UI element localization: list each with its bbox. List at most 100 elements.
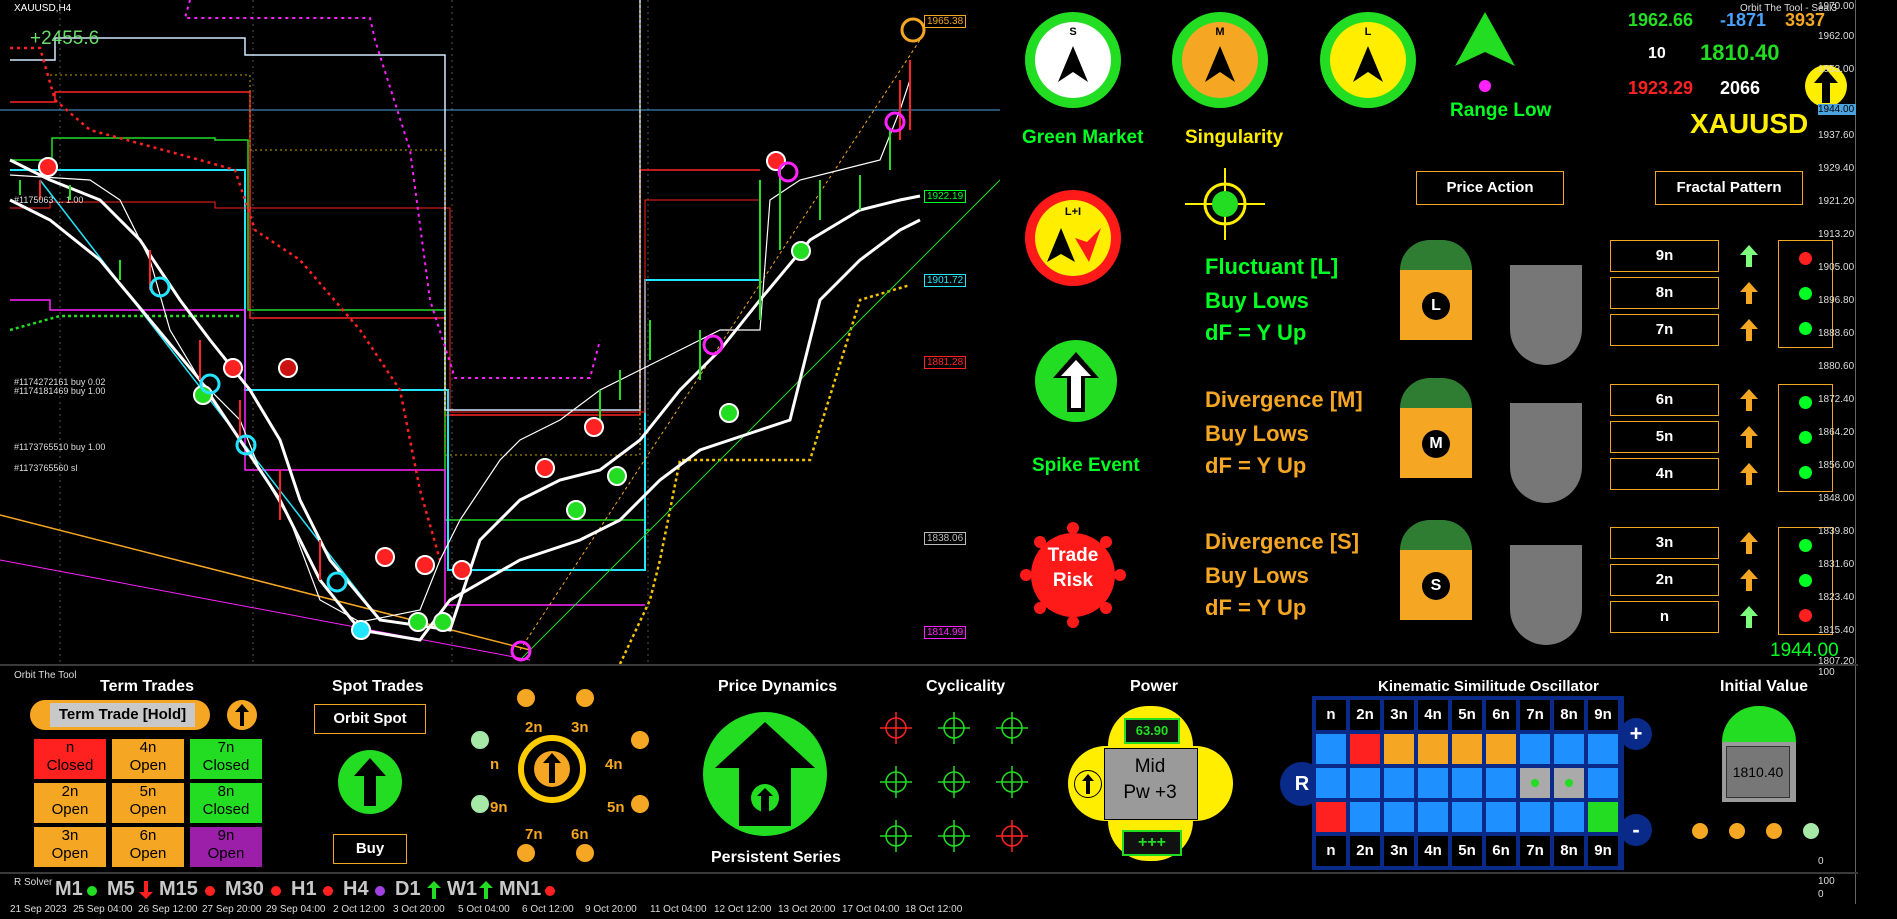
oscillator-cell [1316, 768, 1346, 798]
tab-price-action[interactable]: Price Action [1416, 171, 1564, 205]
term-cell-n: 5n [139, 783, 157, 800]
time-axis-label: 26 Sep 12:00 [138, 904, 198, 915]
oscillator-header: 4n [1418, 836, 1448, 866]
lplus-indicator: L+I [1025, 190, 1121, 286]
timeframe-label[interactable]: H4 [343, 878, 369, 901]
oscillator-minus-button[interactable]: - [1620, 814, 1652, 846]
status-dot [1799, 539, 1812, 552]
dial-dot [576, 689, 594, 707]
section-l-line3: dF = Y Up [1205, 320, 1307, 345]
chart-symbol: XAUUSD,H4 [14, 3, 72, 14]
dial-label: n [490, 756, 500, 773]
section-m-title: Divergence [M] [1205, 387, 1363, 412]
power-value: 63.90 [1124, 718, 1180, 744]
compass-arrow-icon [1353, 46, 1383, 82]
compass-arrow-icon [1205, 46, 1235, 82]
gauge-letter: S [1422, 572, 1450, 600]
nbox: 3n [1610, 527, 1719, 559]
term-cell-status: Open [207, 845, 245, 862]
term-cell: 3n Open [34, 827, 106, 867]
price-axis-label: 1864.20 [1818, 427, 1855, 438]
nbox: 2n [1610, 564, 1719, 596]
term-cell-n: 6n [139, 827, 157, 844]
timeframe-label[interactable]: MN1 [499, 878, 541, 901]
term-cell-status: Closed [202, 757, 250, 774]
oscillator-cells: n 2n 3n 4n 5n 6n 7n 8n 9n n 2n 3n 4n 5n 6n 7n 8n 9n [1312, 696, 1624, 870]
solver-name: R Solver [14, 877, 53, 888]
price-dynamics-icon [703, 712, 827, 836]
timeframe-dot-icon [271, 886, 281, 896]
timeframe-label[interactable]: W1 [447, 878, 477, 901]
price-axis-label: 1896.80 [1818, 295, 1855, 306]
cyclicality-title: Cyclicality [926, 678, 1006, 695]
tab-fractal-pattern[interactable]: Fractal Pattern [1655, 171, 1803, 205]
oscillator-cell [1350, 802, 1380, 832]
status-dot [1799, 396, 1812, 409]
buy-button[interactable]: Buy [333, 834, 407, 864]
price-axis [1855, 0, 1897, 664]
time-axis-label: 5 Oct 04:00 [458, 904, 510, 915]
oscillator-plus-button[interactable]: + [1620, 718, 1652, 750]
oscillator-cell [1588, 802, 1618, 832]
main-chart[interactable]: XAUUSD,H4 +2455.6 Orbit The Tool - Seal3… [0, 0, 1858, 667]
oscillator-title: Kinematic Similitude Oscillator [1378, 678, 1599, 695]
nbox: 7n [1610, 314, 1719, 346]
solver-axis [1855, 874, 1897, 904]
oscillator-grid: n 2n 3n 4n 5n 6n 7n 8n 9n n 2n 3n 4n 5n 6n 7n 8n 9n [1312, 696, 1624, 870]
price-tag: 1881.28 [924, 356, 967, 369]
timeframe-up-arrow-icon [479, 881, 493, 899]
term-cell: 5n Open [112, 783, 184, 823]
time-axis-label: 9 Oct 20:00 [585, 904, 637, 915]
oscillator-cell [1350, 768, 1380, 798]
section-m-line2: Buy Lows [1205, 421, 1309, 446]
up-arrow-icon [1740, 532, 1758, 554]
stat-5: 1810.40 [1700, 40, 1780, 65]
timeframe-row: M1 M5 M15 M30 H1 H4 D1 W1 MN1 [55, 878, 655, 904]
initial-dot [1729, 823, 1745, 839]
timeframe-label[interactable]: M15 [159, 878, 198, 901]
timeframe-label[interactable]: H1 [291, 878, 317, 901]
crosshair-target-icon [1185, 168, 1265, 240]
term-cell: n Closed [34, 739, 106, 779]
up-arrow-icon [1740, 245, 1758, 267]
term-cell-n: n [65, 739, 75, 756]
nbox: 6n [1610, 384, 1719, 416]
price-tag: 1814.99 [924, 626, 967, 639]
stat-3: 3937 [1785, 10, 1826, 30]
term-trade-grid: n Closed 4n Open 7n Closed 2n Open 5n Open 8n… [34, 739, 264, 869]
timeframe-dot-icon [375, 886, 385, 896]
dial: 2n 3n n 4n 9n 5n 7n 6n [455, 681, 655, 866]
up-arrow-icon [1740, 282, 1758, 304]
green-market-label: Green Market [1022, 127, 1144, 148]
gauge-l: L [1400, 240, 1472, 340]
term-cell-status: Open [129, 845, 167, 862]
price-axis-label: 1929.40 [1818, 163, 1855, 174]
timeframe-label[interactable]: D1 [395, 878, 421, 901]
status-dot [1799, 287, 1812, 300]
time-axis-label: 21 Sep 2023 [10, 904, 67, 915]
timeframe-up-arrow-icon [427, 881, 441, 899]
time-axis-label: 6 Oct 12:00 [522, 904, 574, 915]
oscillator-cell [1418, 734, 1448, 764]
oscillator-cell [1588, 734, 1618, 764]
timeframe-label[interactable]: M5 [107, 878, 135, 901]
order-label: #1174181469 buy 1.00 [14, 386, 106, 396]
timeframe-down-arrow-icon [139, 881, 153, 899]
compass-letter: M [1215, 26, 1225, 38]
symbol-label: XAUUSD [1690, 108, 1809, 139]
timeframe-dot-icon [87, 886, 97, 896]
lower-axis-label: 0 [1818, 856, 1824, 867]
oscillator-cell-dot [1531, 779, 1539, 787]
timeframe-label[interactable]: M30 [225, 878, 264, 901]
timeframe-label[interactable]: M1 [55, 878, 83, 901]
orbit-spot-button[interactable]: Orbit Spot [314, 704, 426, 734]
price-axis-label: 1839.80 [1818, 526, 1855, 537]
term-cell-n: 4n [139, 739, 157, 756]
dial-label: 5n [607, 799, 625, 816]
term-cell-n: 3n [61, 827, 79, 844]
price-axis-label: 1913.20 [1818, 229, 1855, 240]
stat-6: 1923.29 [1628, 78, 1694, 98]
term-trade-hold-button[interactable]: Term Trade [Hold] [50, 703, 195, 727]
status-dot [1799, 574, 1812, 587]
time-axis-label: 17 Oct 04:00 [842, 904, 900, 915]
